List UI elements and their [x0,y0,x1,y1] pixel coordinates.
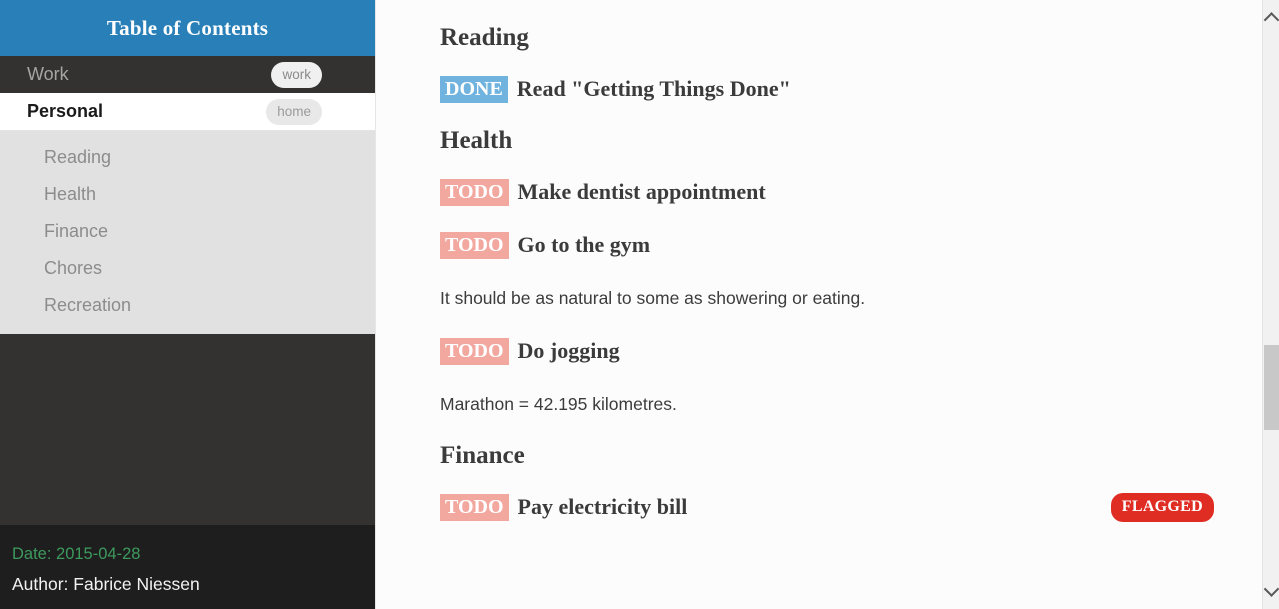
sidebar-item-work-label: Work [27,64,69,84]
paragraph: It should be as natural to some as showe… [440,288,866,308]
footer-author: Author: Fabrice Niessen [12,574,200,594]
section-heading-finance: Finance [440,442,525,469]
sidebar-item-reading-label: Reading [44,147,112,167]
status-badge-flagged[interactable]: FLAGGED [1110,492,1214,522]
sidebar-tag-work[interactable]: work [271,61,322,88]
toc-header: Table of Contents [0,0,375,56]
sidebar-item-chores-label: Chores [44,258,103,278]
task-title: Read "Getting Things Done" [516,76,791,101]
toc-sub-list: Reading Health Finance Chores Recreation [0,131,375,334]
task-item[interactable]: DONE Read "Getting Things Done" [440,62,1279,115]
footer-date: Date: 2015-04-28 [12,545,141,563]
sidebar-footer: Date: 2015-04-28 Author: Fabrice Niessen [0,525,375,609]
sidebar-item-recreation-label: Recreation [44,295,132,315]
section-heading-reading: Reading [440,24,529,51]
chevron-up-icon [1263,12,1279,28]
sidebar-item-health[interactable]: Health [0,176,375,213]
task-title: Make dentist appointment [517,179,766,204]
sidebar-item-recreation[interactable]: Recreation [0,287,375,324]
sidebar: Table of Contents Work work Personal hom… [0,0,375,609]
sidebar-item-health-label: Health [44,184,97,204]
sidebar-item-finance[interactable]: Finance [0,213,375,250]
task-title: Do jogging [517,338,620,363]
task-item[interactable]: TODO Do jogging [440,324,1279,377]
status-badge-todo[interactable]: TODO [440,337,509,365]
sidebar-item-personal[interactable]: Personal home [0,93,375,131]
toc-top-list: Work work Personal home [0,56,375,131]
sidebar-item-work[interactable]: Work work [0,56,375,93]
task-title: Go to the gym [517,232,651,257]
status-badge-todo[interactable]: TODO [440,493,509,521]
sidebar-item-personal-label: Personal [27,101,104,121]
scroll-up-button[interactable] [1263,10,1279,28]
status-badge-done[interactable]: DONE [440,75,508,103]
task-item[interactable]: TODO Make dentist appointment [440,165,1279,218]
scroll-down-button[interactable] [1263,581,1279,599]
sidebar-item-reading[interactable]: Reading [0,139,375,176]
scrollbar-thumb[interactable] [1264,345,1279,430]
status-badge-todo[interactable]: TODO [440,231,509,259]
document-body: Reading DONE Read "Getting Things Done" … [376,0,1279,533]
vertical-scrollbar[interactable] [1262,0,1279,609]
task-item[interactable]: TODO Go to the gym [440,218,1279,271]
sidebar-item-finance-label: Finance [44,221,109,241]
chevron-down-icon [1263,581,1279,597]
sidebar-item-chores[interactable]: Chores [0,250,375,287]
content-area: Reading DONE Read "Getting Things Done" … [375,0,1279,609]
task-item[interactable]: TODO Pay electricity bill FLAGGED [440,480,1279,533]
app-root: Table of Contents Work work Personal hom… [0,0,1279,609]
status-badge-todo[interactable]: TODO [440,178,509,206]
paragraph: Marathon = 42.195 kilometres. [440,394,677,414]
sidebar-tag-home[interactable]: home [266,98,322,125]
section-heading-health: Health [440,127,513,154]
task-title: Pay electricity bill [517,494,688,519]
